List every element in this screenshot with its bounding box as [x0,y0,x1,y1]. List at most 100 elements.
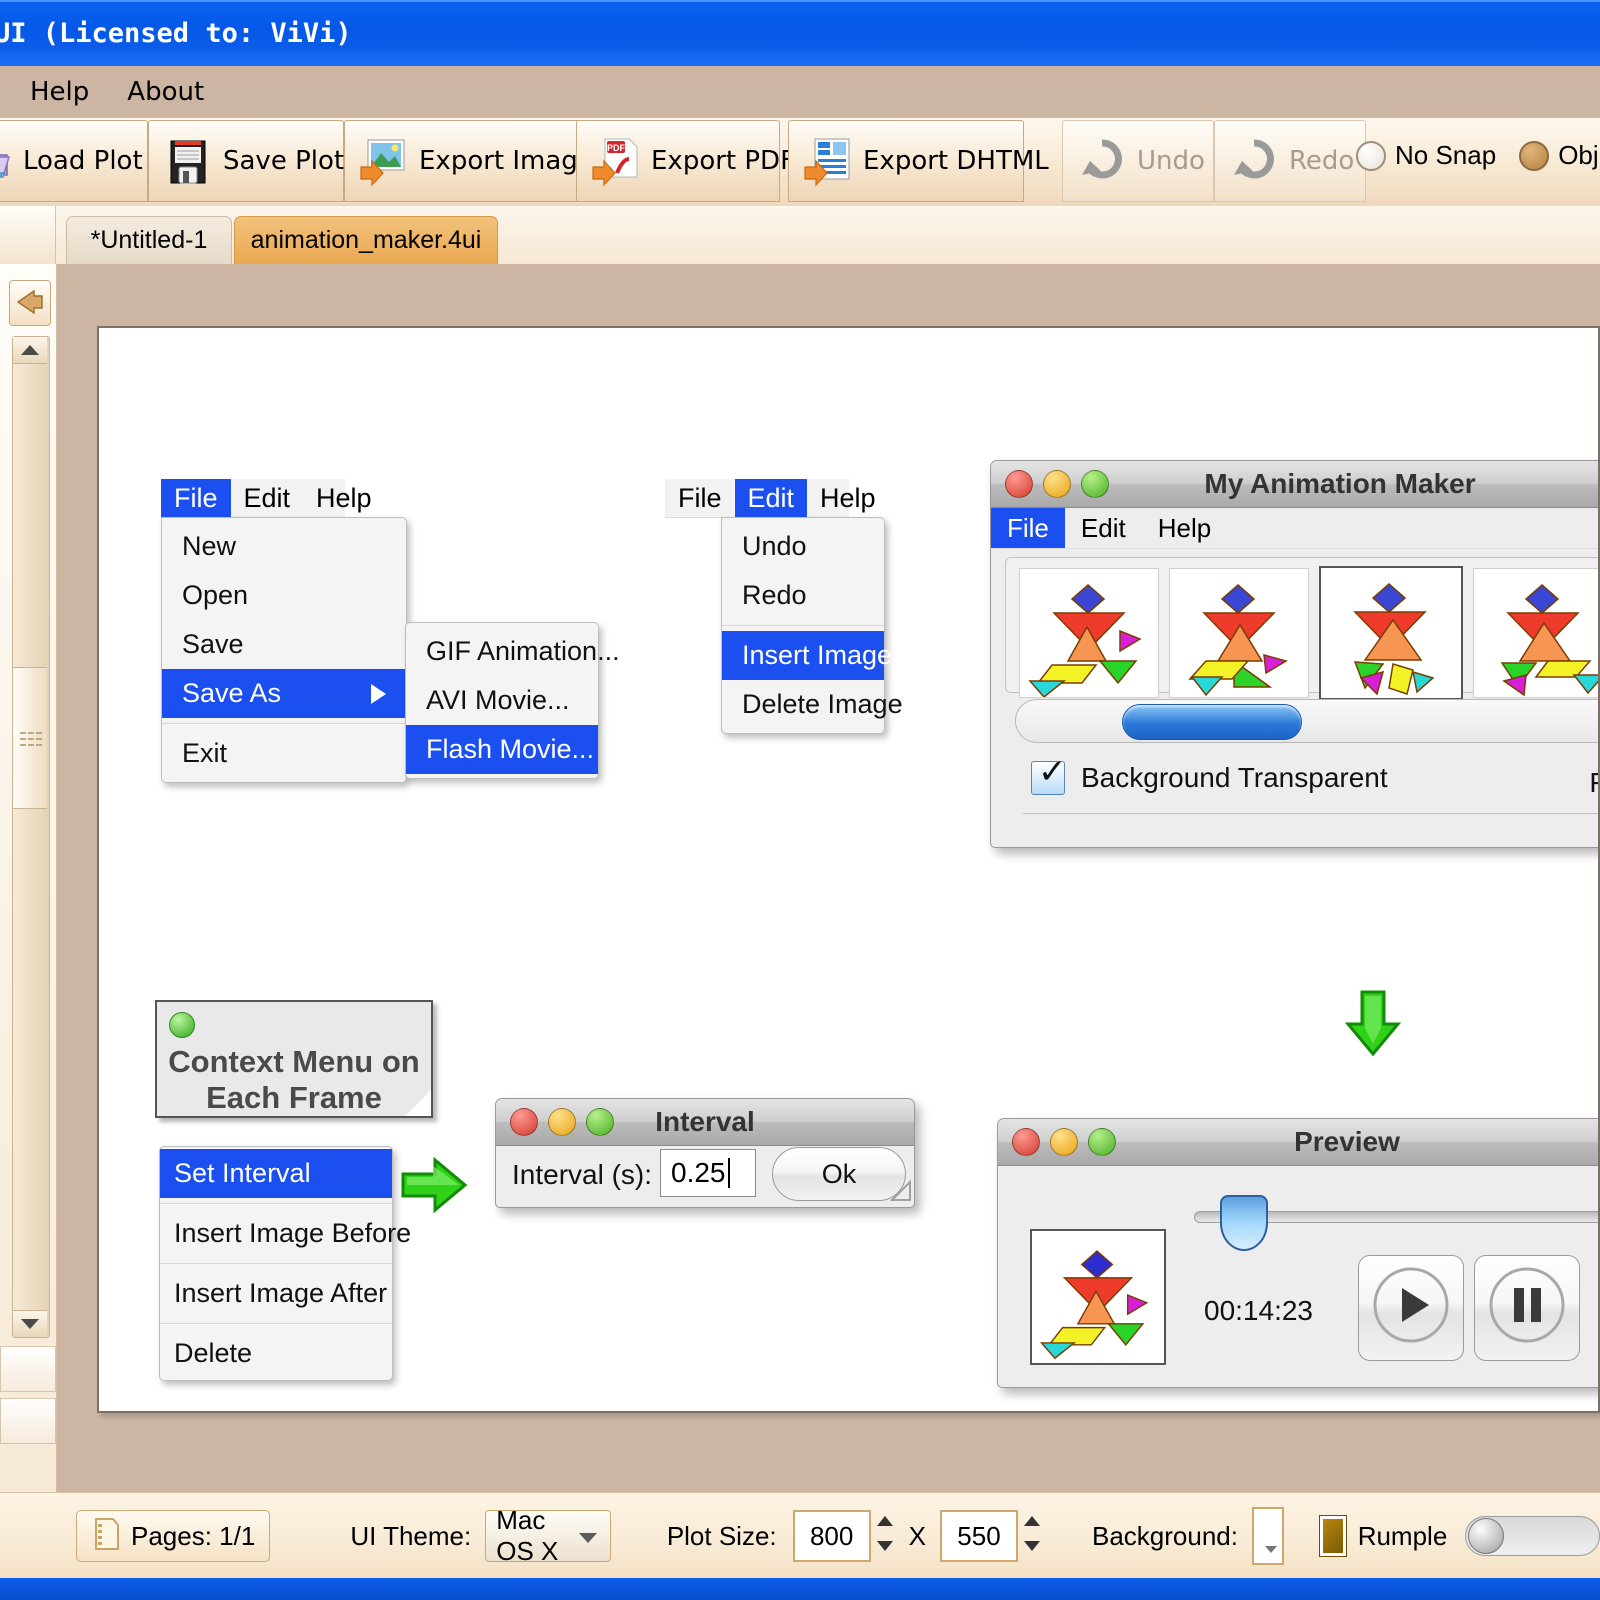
frame-thumbnail-0[interactable] [1019,568,1159,699]
toolbar-button-save-plot[interactable]: Save Plot [148,120,344,202]
left-rail [0,264,57,1492]
interval-minimize-light-icon[interactable] [548,1108,576,1136]
toolbar-button-undo[interactable]: Undo [1062,120,1214,202]
menu-item-save[interactable]: Save [162,620,406,669]
frame-strip-scroll-thumb[interactable] [1122,704,1302,740]
vertical-scroll-thumb[interactable] [13,667,47,809]
preview-window[interactable]: Preview 00:14:23 [997,1118,1598,1388]
toolbar-label-export-image: Export Image [419,146,594,176]
frame-thumbnail-3[interactable] [1473,568,1598,698]
menu-item-undo[interactable]: Undo [722,522,884,571]
plot-height-arrows[interactable] [1022,1510,1042,1562]
pages-button[interactable]: Pages: 1/1 [76,1510,271,1562]
mock-menu-edit[interactable]: Edit [231,479,304,517]
plot-width-stepper[interactable]: 800 [792,1510,895,1562]
scroll-up-arrow-icon[interactable] [13,337,47,364]
plot-width-arrows[interactable] [875,1510,895,1562]
collapse-panel-button[interactable] [9,280,51,326]
animation-maker-window[interactable]: My Animation Maker File Edit Help ✓ Back… [990,460,1598,848]
sticky-note-context-menu[interactable]: Context Menu on Each Frame [155,1000,433,1118]
label-save-as: Save As [182,678,282,708]
resize-grip-icon[interactable] [889,1179,912,1207]
plot-width-value[interactable]: 800 [792,1510,871,1562]
radio-no-snap[interactable] [1356,140,1386,171]
tab-animation-maker[interactable]: animation_maker.4ui [234,216,498,264]
menu-item-exit[interactable]: Exit [162,729,406,778]
context-item-delete[interactable]: Delete [160,1329,392,1378]
pause-button[interactable] [1474,1255,1580,1361]
scroll-down-arrow-icon[interactable] [13,1310,47,1337]
mock-menubar-file: File Edit Help [161,479,372,517]
tabstrip-left-pad [0,206,56,264]
window-title: UI (Licensed to: ViVi) [0,17,352,49]
page-icon [91,1517,121,1556]
menu-item-new[interactable]: New [162,522,406,571]
context-item-set-interval[interactable]: Set Interval [160,1149,392,1198]
toolbar-button-load-plot[interactable]: Load Plot [0,120,148,202]
frame-thumbnail-2[interactable] [1319,566,1463,700]
stepper-up-icon[interactable] [875,1514,895,1533]
radio-object-snap[interactable] [1519,140,1550,171]
toolbar-button-export-image[interactable]: Export Image [344,120,594,202]
zoom-light-icon[interactable] [1081,470,1109,498]
play-button[interactable] [1358,1255,1464,1361]
background-color-picker[interactable] [1251,1507,1284,1565]
chevron-down-icon [576,1521,600,1552]
frame-thumbnail-1[interactable] [1169,568,1309,698]
plot-canvas[interactable]: File Edit Help New Open Save Save As Exi… [97,326,1600,1413]
context-item-insert-after[interactable]: Insert Image After [160,1269,392,1318]
close-light-icon[interactable] [1005,470,1033,498]
ui-theme-select[interactable]: Mac OS X [485,1505,611,1566]
interval-ok-button[interactable]: Ok [772,1147,906,1201]
submenu-item-gif[interactable]: GIF Animation... [406,627,620,676]
submenu-item-avi[interactable]: AVI Movie... [406,676,598,725]
plot-height-stepper[interactable]: 550 [939,1510,1042,1562]
interval-zoom-light-icon[interactable] [586,1108,614,1136]
menu-item-redo[interactable]: Redo [722,571,884,620]
interval-input[interactable]: 0.25 [660,1149,756,1197]
interval-dialog[interactable]: Interval Interval (s): 0.25 Ok [495,1098,915,1208]
context-item-insert-before[interactable]: Insert Image Before [160,1209,411,1258]
rail-stub-1 [0,1346,56,1392]
workspace-vertical-scrollbar[interactable] [12,336,50,1338]
toolbar-button-export-pdf[interactable]: PDF Export PDF [576,120,795,202]
toolbar-button-redo[interactable]: Redo [1214,120,1366,202]
preview-close-light-icon[interactable] [1012,1128,1040,1156]
tab-untitled-1[interactable]: *Untitled-1 [66,216,232,264]
mock-edit-menu-file[interactable]: File [665,479,735,517]
minimize-light-icon[interactable] [1043,470,1071,498]
mock-menu-file[interactable]: File [161,479,231,517]
toolbar-button-export-dhtml[interactable]: Export DHTML [788,120,1049,202]
checkbox-background-transparent[interactable]: ✓ [1031,755,1067,795]
note-status-dot-icon [169,1012,195,1038]
rumple-color-swatch[interactable] [1319,1516,1346,1556]
am-menu-help[interactable]: Help [1142,508,1227,548]
submenu-item-flash[interactable]: Flash Movie... [406,725,598,774]
menu-item-help[interactable]: Help [22,74,97,110]
am-menu-edit[interactable]: Edit [1065,508,1142,548]
menu-item-open[interactable]: Open [162,571,406,620]
preview-zoom-light-icon[interactable] [1088,1128,1116,1156]
preview-timeline-knob[interactable] [1220,1195,1268,1251]
toolbar-label-export-pdf: Export PDF [651,146,796,176]
rumple-slider[interactable] [1465,1516,1600,1556]
preview-minimize-light-icon[interactable] [1050,1128,1078,1156]
interval-close-light-icon[interactable] [510,1108,538,1136]
mock-edit-menu-edit[interactable]: Edit [734,479,808,517]
stepper-down-icon[interactable] [875,1539,895,1558]
mock-file-dropdown: New Open Save Save As Exit [161,517,407,783]
am-menu-file[interactable]: File [991,508,1065,548]
mock-menu-help[interactable]: Help [303,479,385,517]
menu-item-about[interactable]: About [119,74,212,110]
stepper-down-icon-h[interactable] [1022,1539,1042,1558]
mock-edit-menu-help[interactable]: Help [807,479,889,517]
menu-item-delete-image[interactable]: Delete Image [722,680,903,729]
frame-strip-scrollbar[interactable] [1015,699,1598,743]
menu-item-insert-image[interactable]: Insert Image [722,631,892,680]
menu-item-save-as[interactable]: Save As [162,669,406,718]
stepper-up-icon-h[interactable] [1022,1514,1042,1533]
green-right-arrow-icon [399,1154,469,1221]
plot-height-value[interactable]: 550 [939,1510,1018,1562]
mock-edit-dropdown: Undo Redo Insert Image Delete Image [721,517,903,734]
rumple-slider-knob[interactable] [1468,1518,1505,1554]
